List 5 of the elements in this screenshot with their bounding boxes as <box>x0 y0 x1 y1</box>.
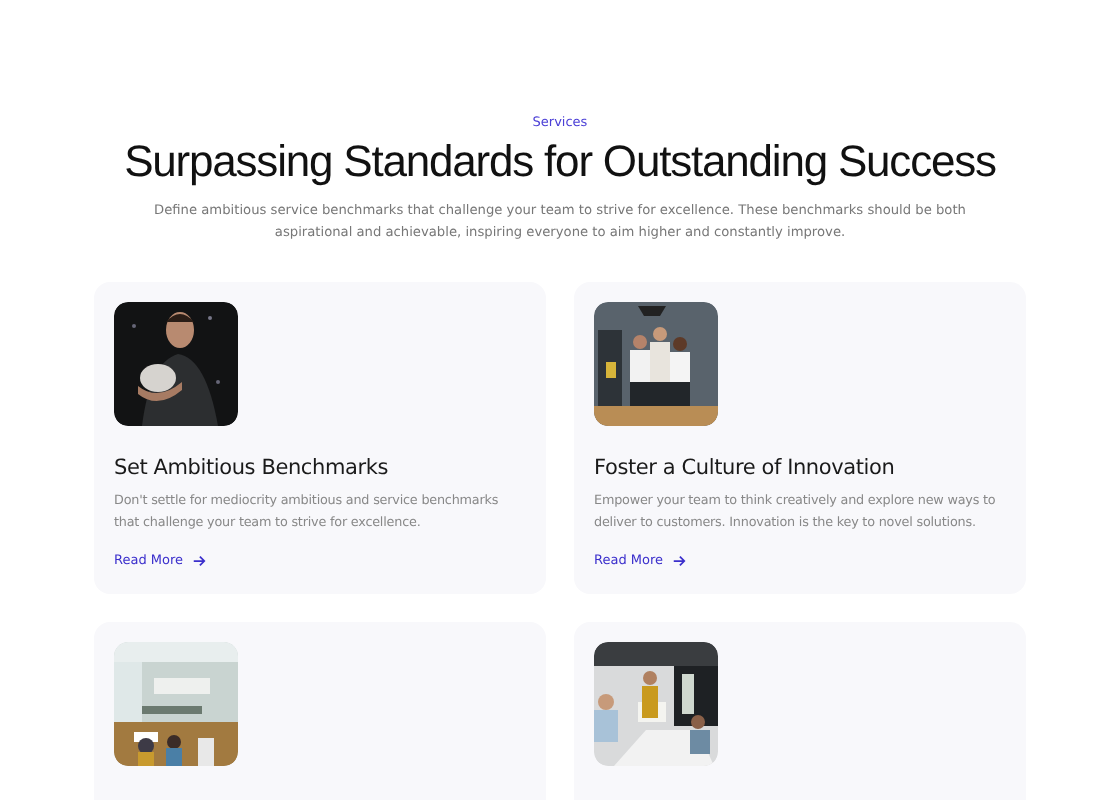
page-heading: Surpassing Standards for Outstanding Success <box>124 136 996 188</box>
arrow-icon <box>671 553 686 567</box>
card-title: Set Ambitious Benchmarks <box>114 456 390 480</box>
card-title: Foster a Culture of Innovation <box>594 456 897 480</box>
arrow-icon <box>191 553 206 567</box>
